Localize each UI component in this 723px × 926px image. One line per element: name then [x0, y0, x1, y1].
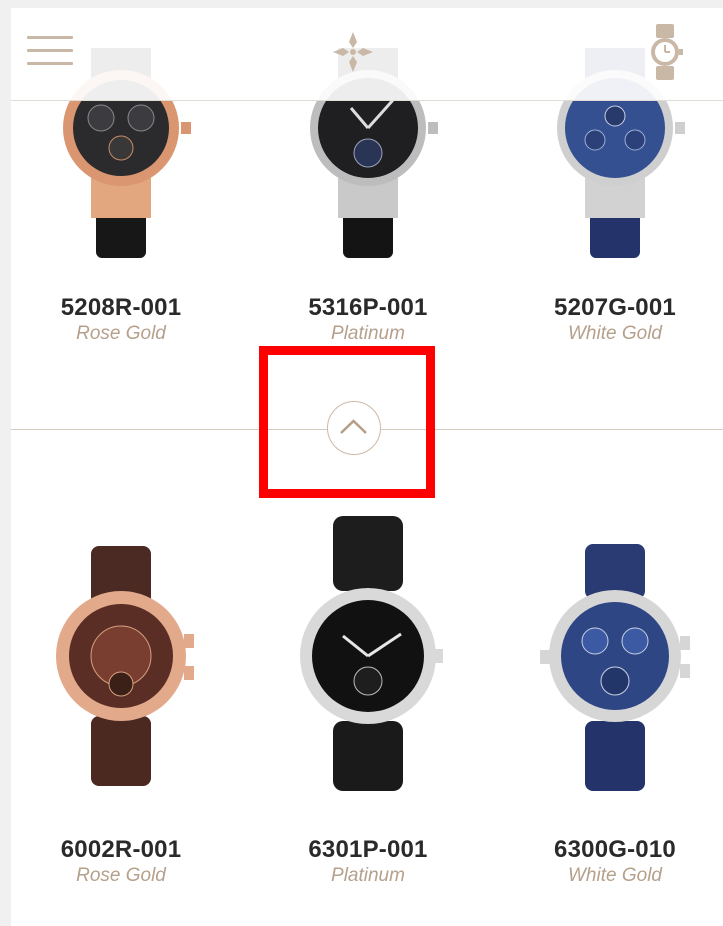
watch-icon[interactable] — [647, 22, 683, 82]
site-header — [11, 8, 723, 101]
product-reference: 6002R-001 — [60, 836, 182, 863]
product-reference: 5207G-001 — [554, 294, 676, 321]
product-reference: 5208R-001 — [60, 294, 182, 321]
watch-image — [56, 546, 194, 786]
calatrava-cross-logo[interactable] — [329, 28, 377, 76]
product-material: Rose Gold — [76, 323, 166, 344]
hamburger-menu-icon[interactable] — [27, 36, 73, 68]
product-material: Platinum — [331, 865, 405, 886]
product-material: White Gold — [568, 865, 662, 886]
watch-image — [540, 544, 690, 791]
product-reference: 6301P-001 — [308, 836, 428, 863]
product-reference: 6300G-010 — [554, 836, 676, 863]
product-material: White Gold — [568, 323, 662, 344]
scroll-up-button[interactable] — [327, 401, 381, 455]
product-material: Rose Gold — [76, 865, 166, 886]
chevron-up-icon — [340, 419, 367, 434]
page: 5208R-001 Rose Gold 5316P-001 Platinum 5… — [11, 8, 723, 926]
watch-image — [300, 516, 443, 791]
product-material: Platinum — [331, 323, 405, 344]
product-reference: 5316P-001 — [308, 294, 428, 321]
